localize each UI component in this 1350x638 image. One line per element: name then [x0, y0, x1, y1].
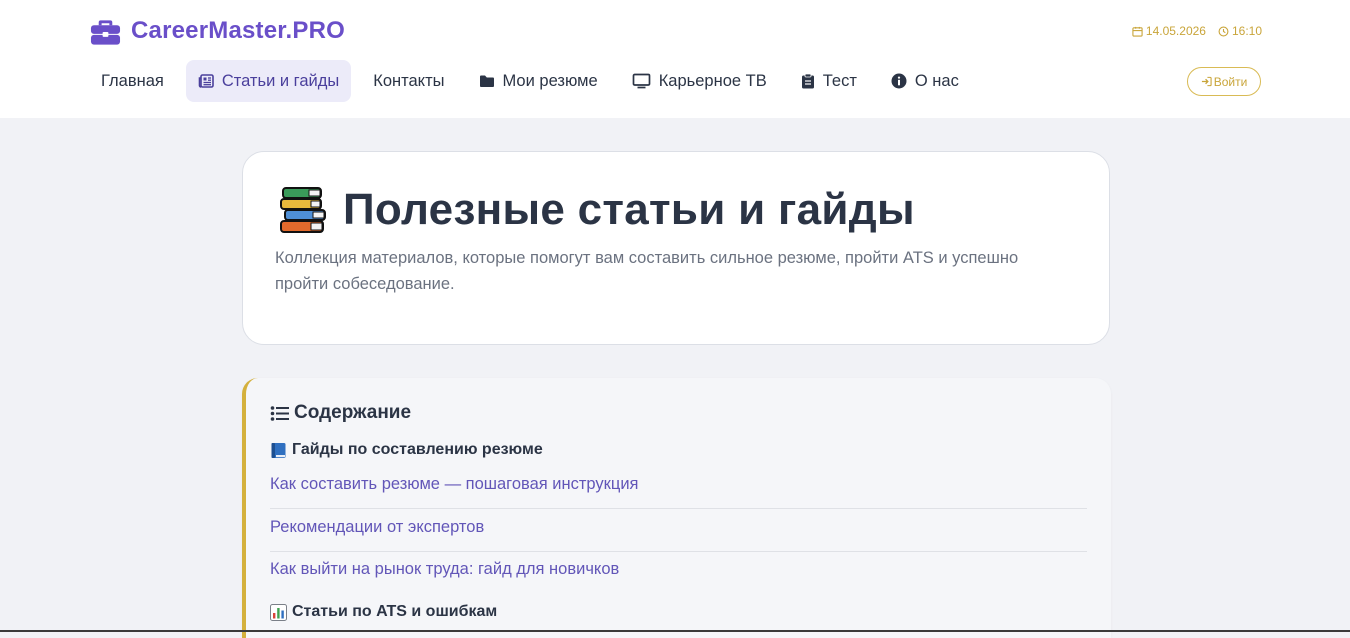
login-button[interactable]: Войти: [1187, 67, 1261, 96]
date-text: 14.05.2026: [1145, 24, 1206, 38]
newspaper-icon: [198, 74, 214, 88]
list-icon: [270, 405, 289, 421]
toc-section-title: Статьи по ATS и ошибкам: [292, 603, 498, 620]
clock-icon: [1218, 26, 1229, 36]
nav-item-label: Тест: [822, 71, 857, 90]
toc-heading: Содержание: [270, 402, 411, 424]
calendar-icon: [1132, 26, 1143, 37]
toc-section-resume-guides: Гайды по составлению резюме: [270, 441, 543, 459]
nav-item-label: Главная: [101, 71, 164, 90]
brand-logo[interactable]: CareerMaster.PRO: [90, 14, 345, 48]
page-title-text: Полезные статьи и гайды: [343, 185, 915, 234]
info-icon: [891, 73, 907, 89]
briefcase-icon: [90, 20, 121, 45]
nav-item-label: Статьи и гайды: [221, 71, 340, 90]
table-of-contents: Содержание Гайды по составлению резюме К…: [242, 378, 1111, 638]
page-description: Коллекция материалов, которые помогут ва…: [275, 249, 1019, 293]
brand-name: CareerMaster.PRO: [131, 17, 345, 44]
nav-item-career-tv[interactable]: Карьерное ТВ: [620, 60, 779, 102]
toc-link[interactable]: Как составить резюме — пошаговая инструк…: [270, 467, 1087, 509]
toc-link[interactable]: Рекомендации от экспертов: [270, 510, 1087, 552]
site-header: CareerMaster.PRO 14.05.2026 16:10 Главна…: [0, 0, 1350, 118]
toc-link[interactable]: Как выйти на рынок труда: гайд для нович…: [270, 552, 1087, 594]
main-nav: Главная Статьи и гайды Контакты Мои резю…: [89, 60, 981, 102]
nav-item-contacts[interactable]: Контакты: [361, 60, 456, 102]
time-text: 16:10: [1231, 24, 1262, 38]
nav-item-label: Карьерное ТВ: [658, 71, 767, 90]
login-label: Войти: [1213, 74, 1248, 89]
nav-item-label: О нас: [914, 71, 959, 90]
blue-book-icon: [271, 442, 286, 458]
hero-card: Полезные статьи и гайды Коллекция матери…: [242, 151, 1110, 345]
toc-section-title: Гайды по составлению резюме: [292, 441, 543, 458]
nav-item-label: Мои резюме: [502, 71, 598, 90]
date-display: 14.05.2026: [1132, 24, 1206, 38]
sign-in-icon: [1201, 76, 1212, 87]
page-title: Полезные статьи и гайды: [279, 185, 915, 235]
books-icon: [280, 187, 326, 233]
nav-item-my-resumes[interactable]: Мои резюме: [467, 60, 610, 102]
nav-item-label: Контакты: [373, 71, 445, 90]
nav-item-about[interactable]: О нас: [879, 60, 971, 102]
bar-chart-icon: [270, 603, 287, 621]
nav-item-home[interactable]: Главная: [89, 60, 176, 102]
toc-section-ats-articles: Статьи по ATS и ошибкам: [270, 603, 497, 621]
date-time-display: 14.05.2026 16:10: [1132, 24, 1262, 38]
nav-item-test[interactable]: Тест: [789, 60, 869, 102]
tv-icon: [632, 73, 651, 89]
clipboard-icon: [801, 73, 814, 89]
time-display: 16:10: [1218, 24, 1262, 38]
nav-item-articles[interactable]: Статьи и гайды: [185, 60, 352, 102]
folder-icon: [479, 75, 494, 87]
toc-heading-text: Содержание: [294, 402, 412, 423]
